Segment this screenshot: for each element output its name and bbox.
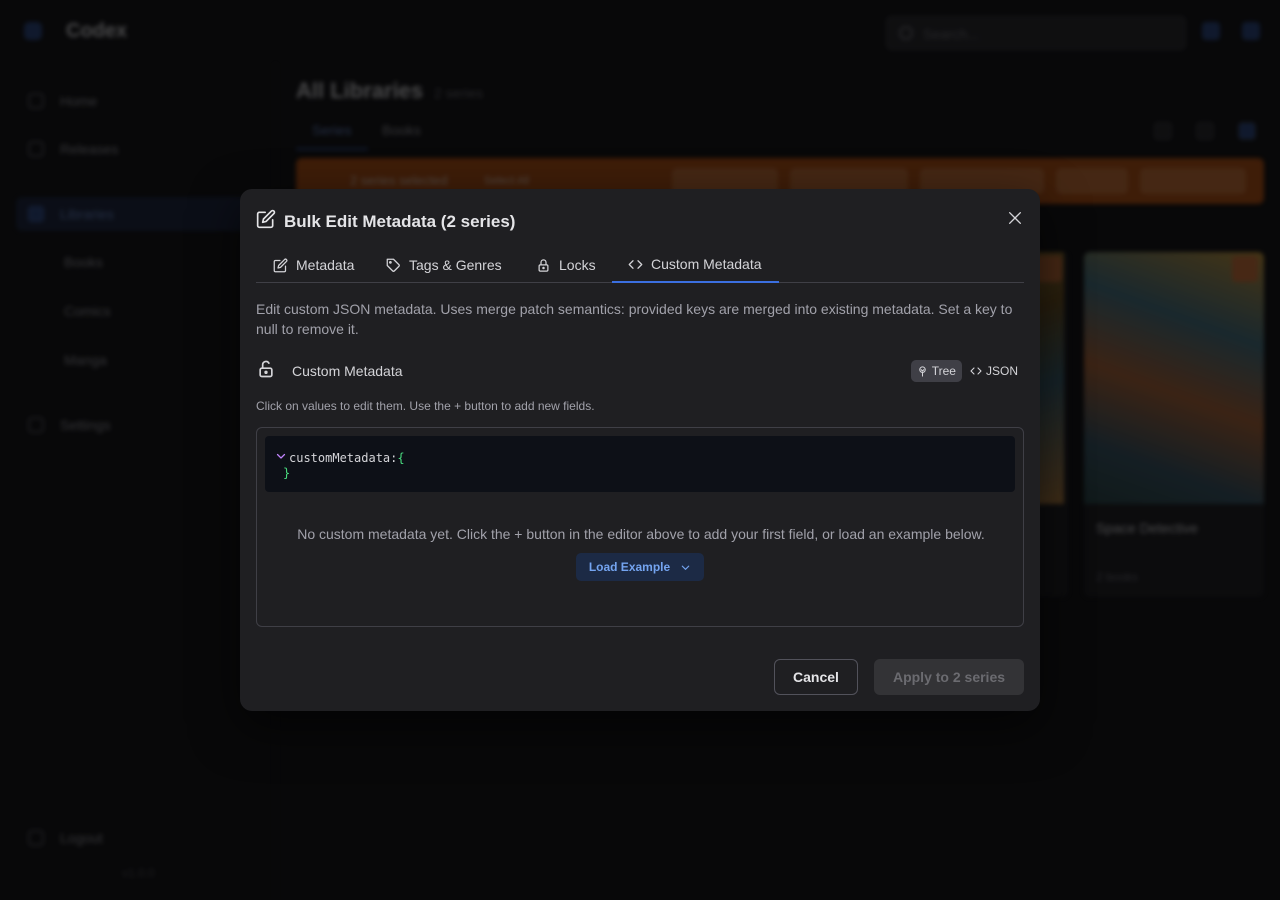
edit-icon bbox=[273, 258, 288, 272]
load-example-button[interactable]: Load Example bbox=[576, 553, 704, 581]
tab-metadata[interactable]: Metadata bbox=[273, 247, 354, 283]
tab-locks[interactable]: Locks bbox=[536, 247, 596, 283]
lock-icon bbox=[538, 258, 549, 272]
tree-root-key[interactable]: customMetadata: bbox=[289, 451, 397, 465]
json-view-button[interactable]: JSON bbox=[964, 360, 1024, 382]
close-icon bbox=[1009, 212, 1021, 224]
load-example-label: Load Example bbox=[588, 560, 671, 574]
close-button[interactable] bbox=[1004, 207, 1026, 229]
empty-state-message: No custom metadata yet. Click the + butt… bbox=[297, 526, 985, 542]
dialog-title: Bulk Edit Metadata (2 series) bbox=[284, 211, 516, 231]
cancel-button[interactable]: Cancel bbox=[774, 659, 858, 695]
apply-button: Apply to 2 series bbox=[874, 659, 1024, 695]
json-editor: customMetadata: { } No custom metadata y… bbox=[256, 427, 1024, 627]
tree-view-button[interactable]: Tree bbox=[910, 360, 962, 382]
tab-label: Metadata bbox=[296, 257, 355, 273]
bulk-edit-dialog: Bulk Edit Metadata (2 series) Metadata T… bbox=[240, 189, 1040, 711]
edit-icon bbox=[256, 209, 276, 234]
view-mode-toggle: Tree JSON bbox=[909, 359, 1024, 383]
close-brace: } bbox=[283, 466, 291, 480]
dialog-tabs: Metadata Tags & Genres Locks Custom Meta… bbox=[256, 247, 1024, 283]
tab-label: Locks bbox=[559, 257, 596, 273]
unlock-icon[interactable] bbox=[256, 359, 276, 384]
section-label: Custom Metadata bbox=[292, 363, 403, 379]
tab-custom-metadata[interactable]: Custom Metadata bbox=[612, 247, 779, 283]
editor-hint: Click on values to edit them. Use the + … bbox=[256, 399, 595, 413]
tree-root-row: customMetadata: { bbox=[275, 450, 405, 465]
dialog-header: Bulk Edit Metadata (2 series) bbox=[256, 209, 515, 234]
custom-metadata-description: Edit custom JSON metadata. Uses merge pa… bbox=[256, 301, 1013, 337]
json-label: JSON bbox=[985, 364, 1018, 378]
code-icon bbox=[970, 367, 982, 375]
chevron-down-icon[interactable] bbox=[275, 450, 287, 465]
tag-icon bbox=[386, 258, 400, 272]
chevron-down-icon bbox=[681, 565, 690, 570]
custom-metadata-header: Custom Metadata Tree JSON bbox=[256, 359, 1024, 383]
tab-label: Custom Metadata bbox=[651, 256, 762, 272]
open-brace: { bbox=[397, 450, 405, 465]
tree-editor[interactable]: customMetadata: { } bbox=[265, 436, 1015, 492]
tree-label: Tree bbox=[931, 364, 956, 378]
tab-tags-genres[interactable]: Tags & Genres bbox=[386, 247, 502, 283]
code-icon bbox=[628, 259, 643, 269]
tree-icon bbox=[919, 365, 926, 377]
tab-label: Tags & Genres bbox=[409, 257, 502, 273]
